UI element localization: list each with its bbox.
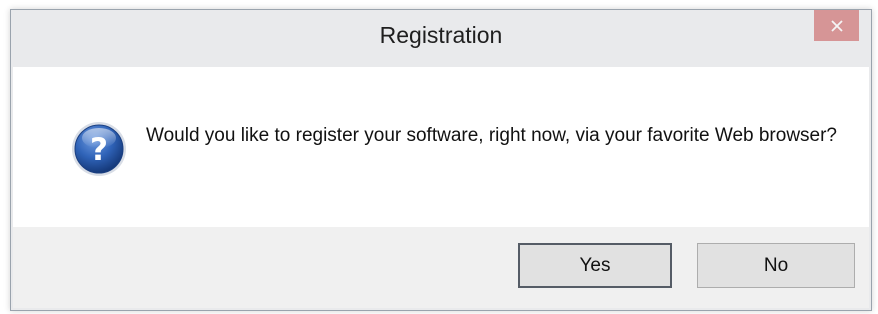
- yes-button[interactable]: Yes: [518, 243, 672, 288]
- close-icon: [830, 19, 843, 32]
- question-icon: ?: [72, 122, 126, 176]
- title-bar[interactable]: Registration: [11, 10, 871, 67]
- close-button[interactable]: [814, 10, 859, 41]
- registration-dialog: Registration ? Would you like to registe…: [10, 9, 872, 311]
- svg-text:?: ?: [90, 132, 108, 168]
- window-title: Registration: [379, 22, 503, 48]
- dialog-content: ? Would you like to register your softwa…: [13, 67, 869, 227]
- dialog-message: Would you like to register your software…: [146, 125, 837, 146]
- no-button[interactable]: No: [697, 243, 855, 288]
- button-bar: Yes No: [13, 227, 869, 308]
